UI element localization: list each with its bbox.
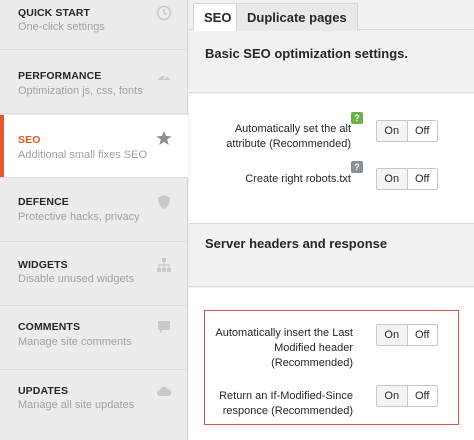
section-header-basic-seo: Basic SEO optimization settings. — [189, 31, 474, 93]
toggle-robots-txt[interactable]: On Off — [376, 168, 438, 190]
sidebar-item-title: PERFORMANCE — [18, 70, 102, 82]
sidebar-item-comments[interactable]: COMMENTS Manage site comments — [0, 307, 188, 370]
sidebar-item-title: SEO — [18, 134, 41, 146]
star-icon — [156, 130, 172, 146]
sidebar: QUICK START One-click settings PERFORMAN… — [0, 0, 188, 440]
sidebar-item-title: COMMENTS — [18, 321, 81, 333]
toggle-alt-attribute[interactable]: On Off — [376, 120, 438, 142]
toggle-off-option[interactable]: Off — [408, 121, 438, 141]
sidebar-item-subtitle: Disable unused widgets — [18, 273, 135, 285]
sidebar-item-subtitle: Optimization js, css, fonts — [18, 85, 143, 97]
sidebar-item-title: QUICK START — [18, 7, 91, 19]
sidebar-item-performance[interactable]: PERFORMANCE Optimization js, css, fonts — [0, 51, 188, 114]
help-icon[interactable]: ? — [351, 161, 363, 173]
tab-duplicate-pages[interactable]: Duplicate pages — [236, 3, 358, 31]
tab-bar: SEO Duplicate pages — [189, 0, 474, 31]
toggle-off-option[interactable]: Off — [408, 169, 438, 189]
section-title: Server headers and response — [205, 236, 388, 251]
sidebar-item-subtitle: One-click settings — [18, 21, 105, 33]
sidebar-item-widgets[interactable]: WIDGETS Disable unused widgets — [0, 243, 188, 306]
section-title: Basic SEO optimization settings. — [205, 46, 408, 61]
sidebar-item-title: WIDGETS — [18, 259, 68, 271]
sidebar-item-quick-start[interactable]: QUICK START One-click settings — [0, 0, 188, 50]
setting-label-robots-txt: Create right robots.txt — [245, 173, 351, 185]
sidebar-item-title: UPDATES — [18, 385, 69, 397]
sidebar-item-updates[interactable]: UPDATES Manage all site updates — [0, 371, 188, 440]
clock-icon — [156, 5, 172, 21]
sidebar-item-subtitle: Additional small fixes SEO — [18, 149, 147, 161]
section-header-server-headers: Server headers and response — [189, 225, 474, 287]
speedometer-icon — [156, 68, 172, 84]
main-panel: SEO Duplicate pages Basic SEO optimizati… — [189, 0, 474, 440]
sidebar-item-subtitle: Protective hacks, privacy — [18, 211, 140, 223]
section-body-basic-seo: Automatically set the alt attribute (Rec… — [189, 94, 474, 224]
sidebar-item-defence[interactable]: DEFENCE Protective hacks, privacy — [0, 179, 188, 242]
highlight-box — [204, 310, 459, 425]
toggle-on-option[interactable]: On — [377, 121, 408, 141]
active-indicator — [0, 115, 4, 177]
setting-label-alt-attribute: Automatically set the alt attribute (Rec… — [226, 123, 351, 150]
toggle-on-option[interactable]: On — [377, 169, 408, 189]
help-icon[interactable]: ? — [351, 112, 363, 124]
sidebar-item-subtitle: Manage site comments — [18, 336, 132, 348]
sidebar-item-title: DEFENCE — [18, 196, 69, 208]
sidebar-item-seo[interactable]: SEO Additional small fixes SEO — [0, 115, 188, 178]
sitemap-icon — [156, 257, 172, 273]
cloud-icon — [156, 383, 172, 399]
sidebar-item-subtitle: Manage all site updates — [18, 399, 135, 411]
speech-bubble-icon — [156, 319, 172, 335]
shield-icon — [156, 194, 172, 210]
